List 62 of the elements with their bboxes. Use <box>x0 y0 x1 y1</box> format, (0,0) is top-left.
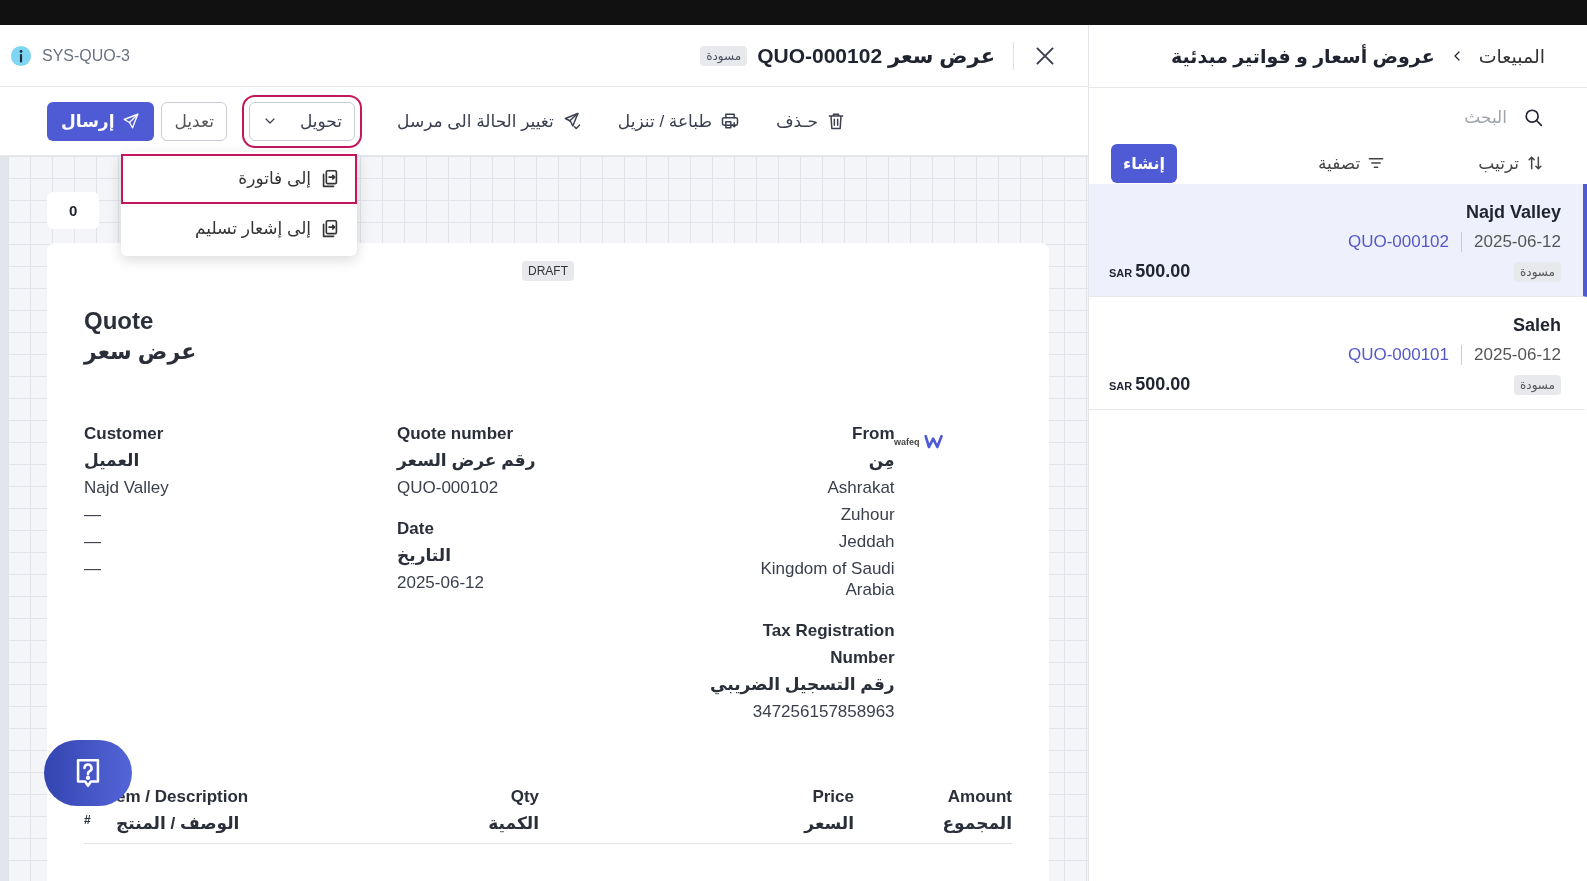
customer-name: Najd Valley <box>1464 202 1561 223</box>
quote-reference: SYS-QUO-3 <box>42 46 130 65</box>
column-header: Price <box>812 786 854 808</box>
field-value: — <box>84 504 101 526</box>
customer-name: Saleh <box>1511 315 1561 336</box>
breadcrumb-link[interactable]: المبيعات <box>1478 44 1545 68</box>
field-label: From <box>852 423 895 443</box>
field-value: Ashrakat <box>827 477 895 499</box>
field-label: Date <box>397 518 434 540</box>
field-value: Zuhour <box>840 504 895 526</box>
mark-sent-button[interactable]: تغيير الحالة الى مرسل <box>397 110 582 132</box>
document-title: Quote <box>84 307 155 335</box>
field-label: رقم عرض السعر <box>397 450 536 473</box>
column-header: # <box>84 812 91 829</box>
delete-button[interactable]: حـذف <box>775 110 846 132</box>
create-button[interactable]: إنشاء <box>1111 143 1177 183</box>
sort-button[interactable]: ترتيب <box>1478 152 1545 174</box>
menu-item[interactable]: إلى إشعار تسليم <box>121 203 358 254</box>
field-label: التاريخ <box>397 545 451 568</box>
print-button[interactable]: طباعة / تنزيل <box>617 110 740 132</box>
document-title-arabic: عرض سعر <box>84 339 198 365</box>
field-value: Jeddah <box>838 531 895 553</box>
column-header: Amount <box>947 786 1012 808</box>
field-value: — <box>84 558 101 580</box>
menu-item[interactable]: إلى فاتورة <box>121 153 358 204</box>
quote-number: QUO-000102 <box>1347 232 1450 252</box>
field-value: Kingdom of Saudi Arabia <box>759 558 895 601</box>
status-badge: مسودة <box>1514 261 1561 282</box>
quote-amount: 500.00 <box>1135 374 1191 395</box>
status-badge: مسودة <box>1514 374 1561 395</box>
logo-text: wafeq <box>894 435 920 449</box>
draft-badge: DRAFT <box>522 261 574 281</box>
counter-chip: 0 <box>47 192 100 229</box>
quote-title: عرض سعر QUO-000102 <box>757 43 995 68</box>
search-field[interactable]: البحث <box>1305 107 1509 129</box>
column-header: المجموع <box>942 813 1012 835</box>
column-header: الكمية <box>488 813 539 835</box>
column-header: الوصف / المنتج <box>116 813 240 836</box>
filter-button[interactable]: تصفية <box>1318 152 1387 174</box>
quote-date: 2025-06-12 <box>1474 232 1561 252</box>
field-label: Quote number <box>397 423 514 445</box>
field-value: Najd Valley <box>84 477 169 499</box>
currency-code: SAR <box>1109 267 1133 279</box>
send-button[interactable]: إرسال <box>47 101 155 141</box>
status-badge: مسودة <box>700 45 748 66</box>
field-value: 347256157858963 <box>752 701 895 723</box>
quote-number: QUO-000101 <box>1347 345 1450 365</box>
field-label: مِن <box>868 450 895 473</box>
column-header: Qty <box>510 786 539 808</box>
edit-button[interactable]: تعديل <box>161 101 227 141</box>
field-label: Customer <box>84 423 164 445</box>
quote-amount: 500.00 <box>1135 261 1191 282</box>
currency-code: SAR <box>1109 380 1133 392</box>
field-value: — <box>84 531 101 553</box>
field-label: العميل <box>84 450 140 472</box>
field-label: رقم التسجيل الضريبي <box>710 674 895 697</box>
quote-date: 2025-06-12 <box>1474 345 1561 365</box>
column-header: السعر <box>804 813 854 836</box>
field-value: QUO-000102 <box>397 477 499 499</box>
field-value: 2025-06-12 <box>397 572 484 594</box>
field-label: Tax Registration Number <box>761 620 895 669</box>
page-title: عروض أسعار و فواتير مبدئية <box>1171 44 1435 68</box>
